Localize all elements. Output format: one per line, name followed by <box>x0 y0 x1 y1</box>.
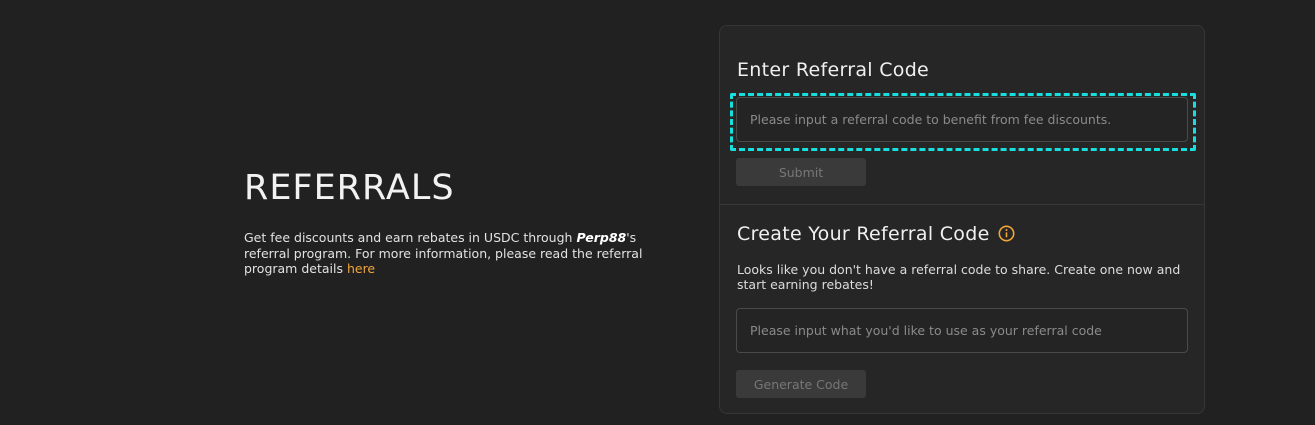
intro-text-before: Get fee discounts and earn rebates in US… <box>244 230 577 245</box>
program-details-link[interactable]: here <box>347 261 375 276</box>
referrals-intro: REFERRALS Get fee discounts and earn reb… <box>244 168 664 277</box>
submit-button[interactable]: Submit <box>736 158 866 186</box>
referral-code-input[interactable] <box>736 97 1188 142</box>
brand-name: Perp88 <box>576 230 627 245</box>
referral-card: Enter Referral Code Submit Create Your R… <box>719 25 1205 414</box>
create-referral-title-text: Create Your Referral Code <box>737 223 990 245</box>
referrals-page: REFERRALS Get fee discounts and earn reb… <box>0 0 1315 425</box>
new-referral-code-input[interactable] <box>736 308 1188 353</box>
info-circle-icon[interactable] <box>998 225 1015 242</box>
intro-description: Get fee discounts and earn rebates in US… <box>244 230 664 277</box>
create-referral-title: Create Your Referral Code <box>737 223 1015 245</box>
create-referral-description: Looks like you don't have a referral cod… <box>737 262 1181 292</box>
page-title: REFERRALS <box>244 168 455 208</box>
section-divider <box>720 204 1204 205</box>
enter-referral-title: Enter Referral Code <box>737 59 930 81</box>
generate-code-button[interactable]: Generate Code <box>736 370 866 398</box>
